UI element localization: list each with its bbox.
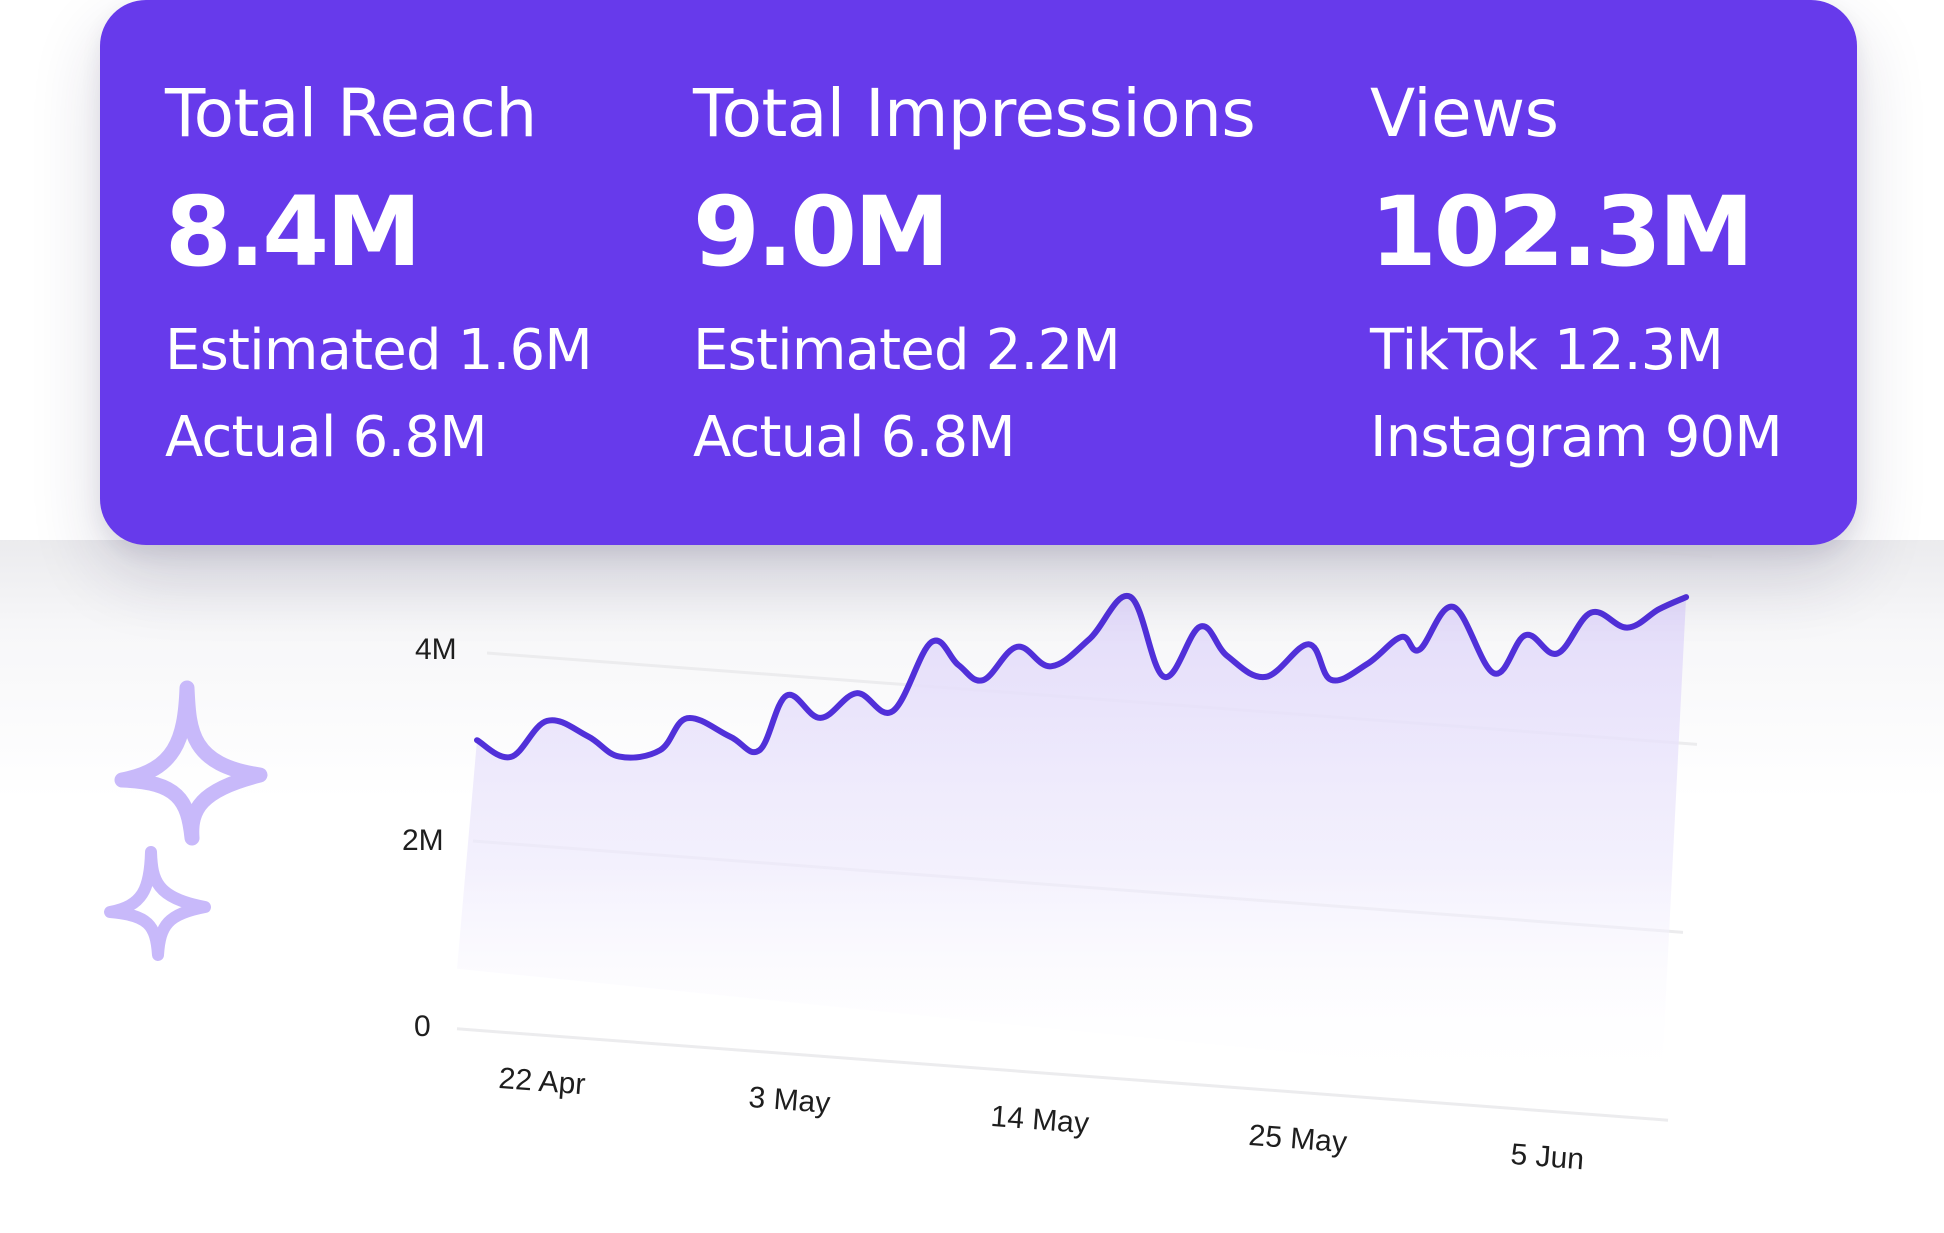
sparkle-large-icon bbox=[114, 680, 268, 846]
sparkle-small-icon bbox=[104, 846, 211, 961]
metric-title: Total Impressions bbox=[693, 75, 1256, 152]
metrics-card: Total Reach 8.4M Estimated 1.6M Actual 6… bbox=[100, 0, 1857, 545]
sparkles-decoration bbox=[90, 670, 310, 994]
metric-value: 9.0M bbox=[693, 176, 950, 288]
x-tick-label: 22 Apr bbox=[497, 1062, 587, 1102]
metric-detail-estimated: Estimated 2.2M bbox=[693, 318, 1121, 383]
x-tick-label: 5 Jun bbox=[1509, 1138, 1586, 1177]
y-tick-label: 0 bbox=[414, 1010, 431, 1043]
metric-detail-actual: Actual 6.8M bbox=[165, 405, 488, 470]
metric-value: 102.3M bbox=[1370, 176, 1754, 288]
metric-title: Total Reach bbox=[165, 75, 537, 152]
metric-detail-instagram: Instagram 90M bbox=[1370, 405, 1783, 470]
metric-title: Views bbox=[1370, 75, 1559, 152]
metric-value: 8.4M bbox=[165, 176, 422, 288]
x-tick-label: 3 May bbox=[747, 1081, 832, 1121]
x-tick-label: 25 May bbox=[1247, 1119, 1349, 1160]
metric-detail-tiktok: TikTok 12.3M bbox=[1370, 318, 1724, 383]
y-tick-label: 4M bbox=[415, 633, 457, 666]
metric-detail-estimated: Estimated 1.6M bbox=[165, 318, 593, 383]
y-tick-label: 2M bbox=[402, 824, 444, 857]
x-tick-label: 14 May bbox=[989, 1100, 1091, 1141]
metric-detail-actual: Actual 6.8M bbox=[693, 405, 1016, 470]
